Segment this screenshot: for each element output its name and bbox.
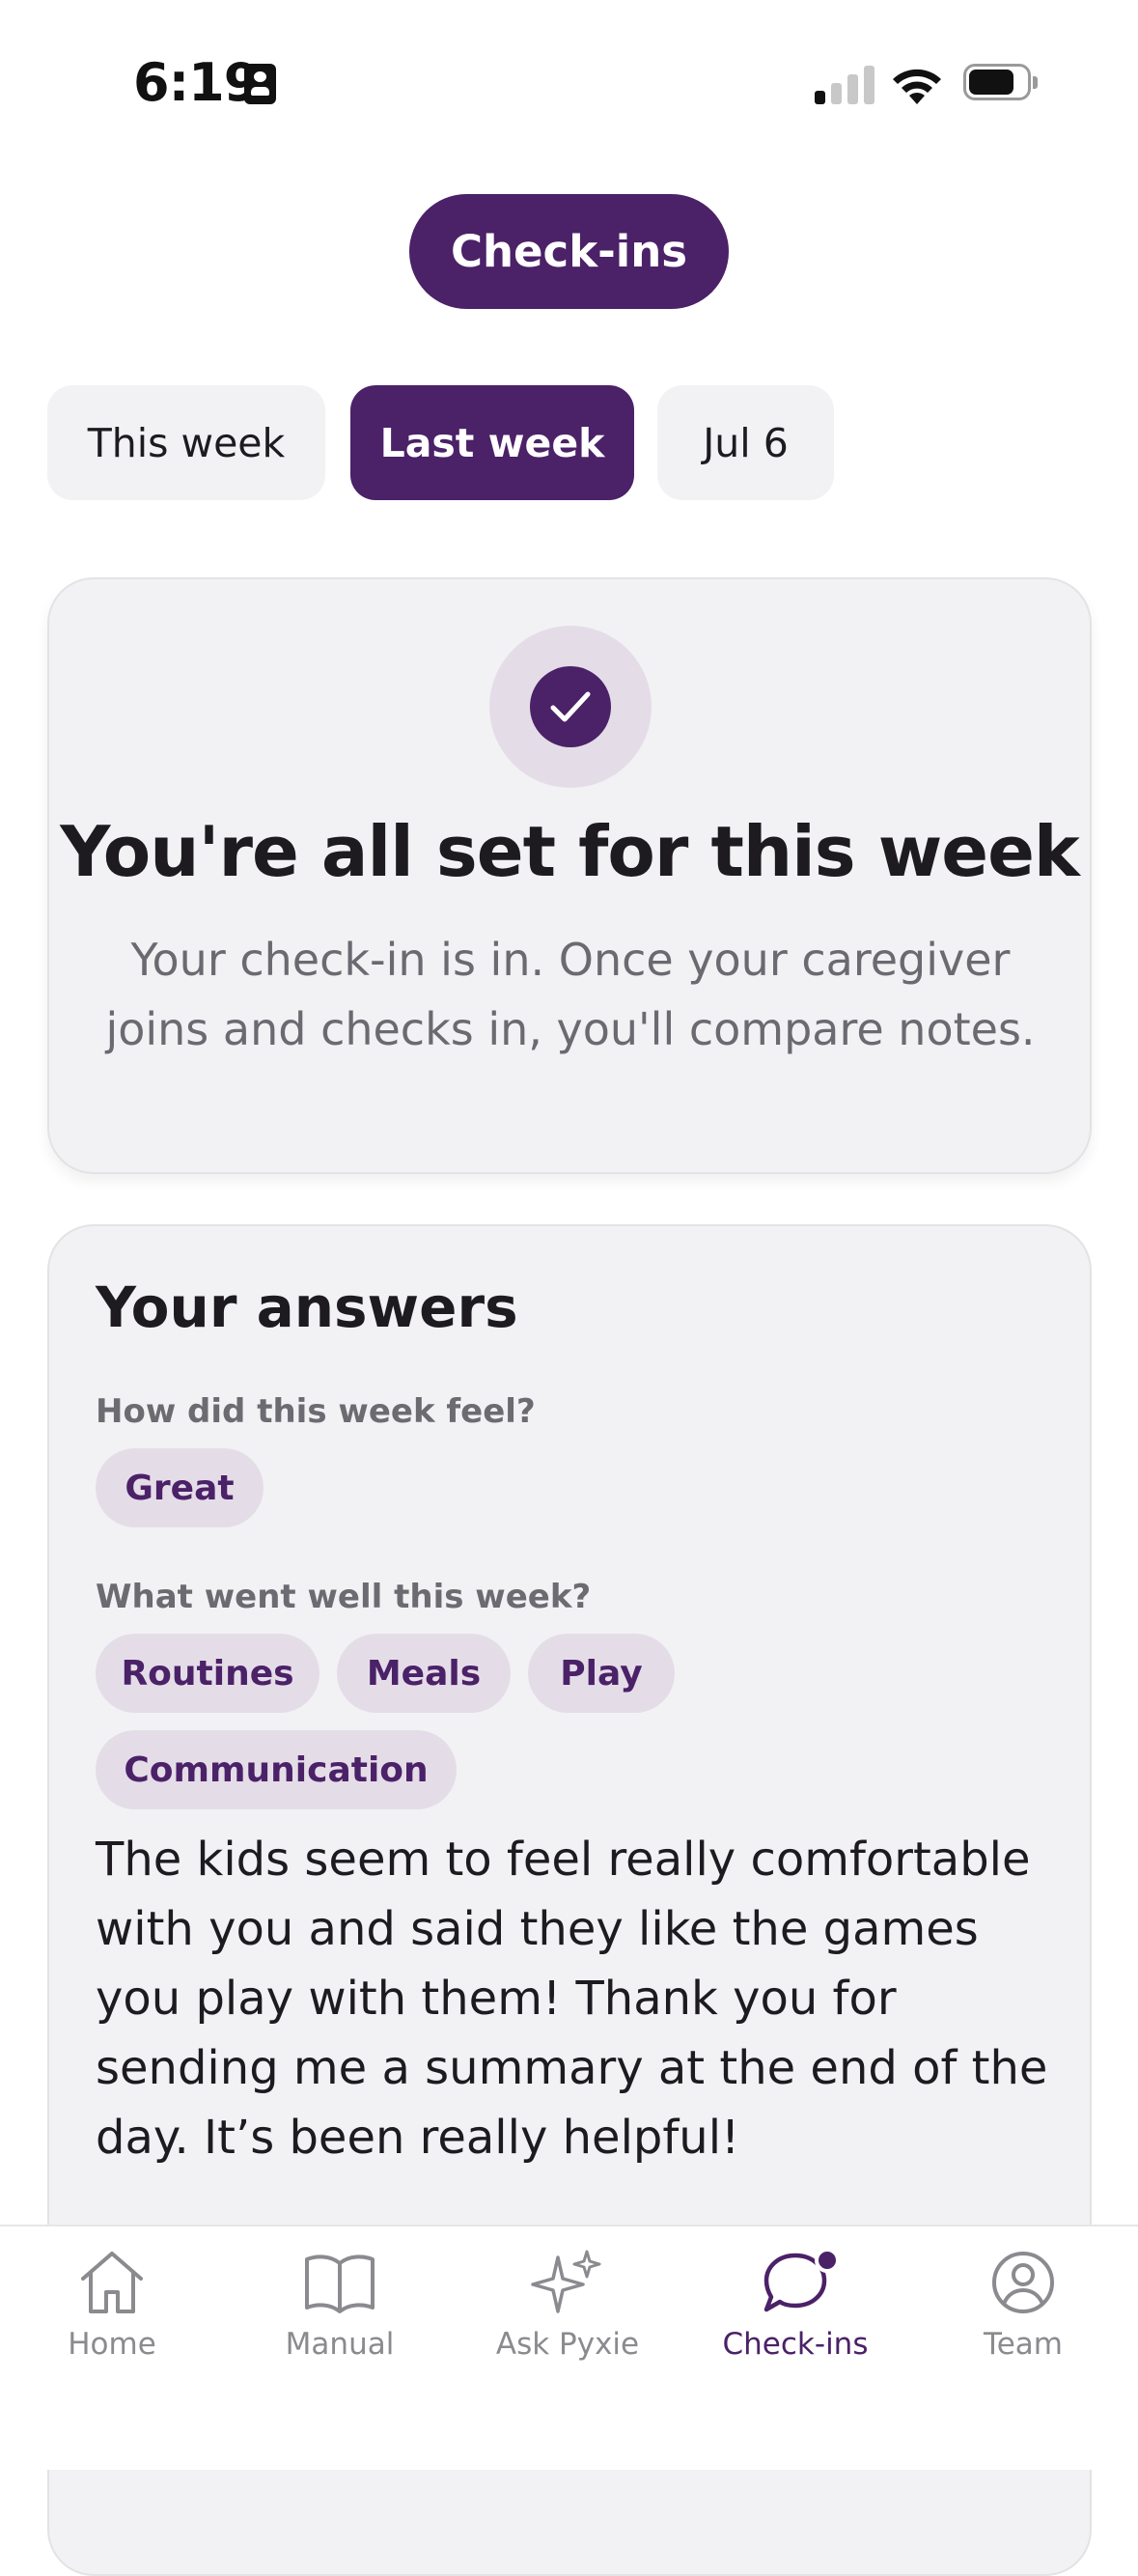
- wifi-icon: [893, 69, 941, 104]
- user-circle-icon: [992, 2252, 1054, 2313]
- home-icon: [81, 2252, 143, 2313]
- notification-dot: [815, 2248, 840, 2273]
- status-title: You're all set for this week: [60, 811, 1080, 892]
- nav-label: Manual: [285, 2327, 395, 2362]
- nav-label: Team: [984, 2327, 1063, 2362]
- contact-card-icon: [244, 64, 276, 104]
- nav-check-ins[interactable]: Check-ins: [689, 2246, 902, 2381]
- bottom-tab-bar: Home Manual Ask Pyxie Check-ins Team: [0, 2225, 1138, 2470]
- answer-chip: Communication: [96, 1730, 457, 1809]
- sparkles-icon: [531, 2250, 601, 2313]
- page-title: Check-ins: [409, 194, 729, 309]
- nav-label: Home: [68, 2327, 156, 2362]
- answer-chip: Routines: [96, 1634, 319, 1713]
- question-label: How did this week feel?: [96, 1392, 536, 1431]
- cellular-signal-icon: [815, 64, 874, 104]
- checkin-status-card: You're all set for this week Your check-…: [47, 577, 1092, 1174]
- nav-home[interactable]: Home: [6, 2246, 218, 2381]
- nav-label: Check-ins: [722, 2327, 869, 2362]
- answer-chip: Meals: [337, 1634, 511, 1713]
- status-time: 6:19: [133, 52, 260, 113]
- checkmark-icon: [550, 691, 591, 722]
- nav-ask-pyxie[interactable]: Ask Pyxie: [461, 2246, 674, 2381]
- answers-title: Your answers: [96, 1274, 518, 1340]
- tab-this-week[interactable]: This week: [47, 385, 325, 500]
- answer-chip: Play: [528, 1634, 675, 1713]
- battery-icon: [963, 64, 1039, 102]
- status-bar: 6:19: [0, 0, 1138, 169]
- nav-manual[interactable]: Manual: [234, 2246, 446, 2381]
- answer-note: The kids seem to feel really comfortable…: [96, 1833, 1048, 2165]
- nav-team[interactable]: Team: [917, 2246, 1129, 2381]
- check-badge: [489, 626, 652, 788]
- answer-chip: Great: [96, 1448, 264, 1527]
- book-icon: [305, 2254, 375, 2313]
- status-message: Your check-in is in. Once your caregiver…: [105, 934, 1036, 1055]
- tab-last-week[interactable]: Last week: [350, 385, 634, 500]
- question-label: What went well this week?: [96, 1578, 592, 1616]
- nav-label: Ask Pyxie: [495, 2327, 640, 2362]
- tab-jul-6[interactable]: Jul 6: [657, 385, 834, 500]
